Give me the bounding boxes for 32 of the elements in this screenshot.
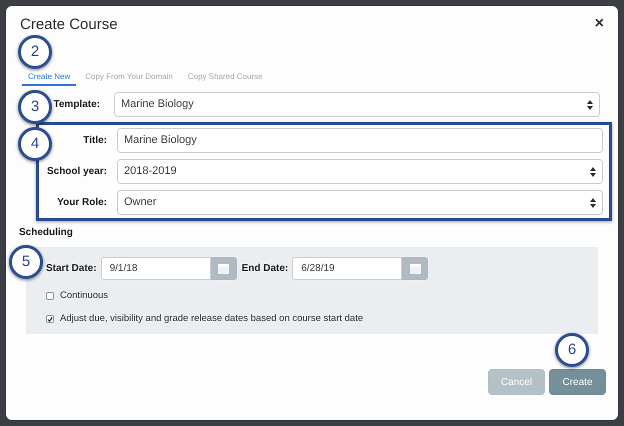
dialog-title: Create Course: [20, 16, 118, 34]
input-field[interactable]: Marine Biology: [117, 128, 603, 153]
callout-badge: 2: [18, 35, 52, 69]
select-field[interactable]: Owner: [117, 190, 603, 215]
date-label: Start Date:: [46, 262, 97, 276]
calendar-button[interactable]: [402, 257, 428, 280]
select-arrows-icon: [590, 166, 596, 176]
field-label: Template:: [54, 98, 100, 112]
callout-badge: 3: [18, 90, 52, 124]
select-field[interactable]: Marine Biology: [114, 92, 600, 117]
tab[interactable]: Create New: [22, 71, 76, 86]
select-arrows-icon: [587, 100, 593, 110]
select-arrows-icon: [590, 198, 596, 208]
checkbox-label: Continuous: [60, 289, 108, 303]
callout-badge: 6: [555, 333, 589, 367]
date-field[interactable]: 9/1/18: [100, 257, 211, 280]
callout-badge: 5: [9, 245, 43, 279]
date-label: End Date:: [242, 262, 288, 276]
field-label: Your Role:: [57, 196, 107, 210]
checkbox[interactable]: [46, 292, 54, 300]
date-field[interactable]: 6/28/19: [292, 257, 402, 280]
checkbox[interactable]: [46, 315, 54, 324]
close-button[interactable]: ×: [594, 16, 604, 32]
field-label: Title:: [83, 134, 107, 148]
calendar-icon: [410, 264, 421, 274]
callout-badge: 4: [18, 127, 52, 161]
select-field[interactable]: 2018-2019: [117, 159, 603, 184]
field-label: School year:: [46, 165, 107, 179]
calendar-button[interactable]: [210, 257, 237, 280]
section-heading: Scheduling: [18, 226, 74, 240]
calendar-icon: [218, 264, 230, 274]
checkbox-label: Adjust due, visibility and grade release dates based on course start date: [60, 312, 364, 326]
